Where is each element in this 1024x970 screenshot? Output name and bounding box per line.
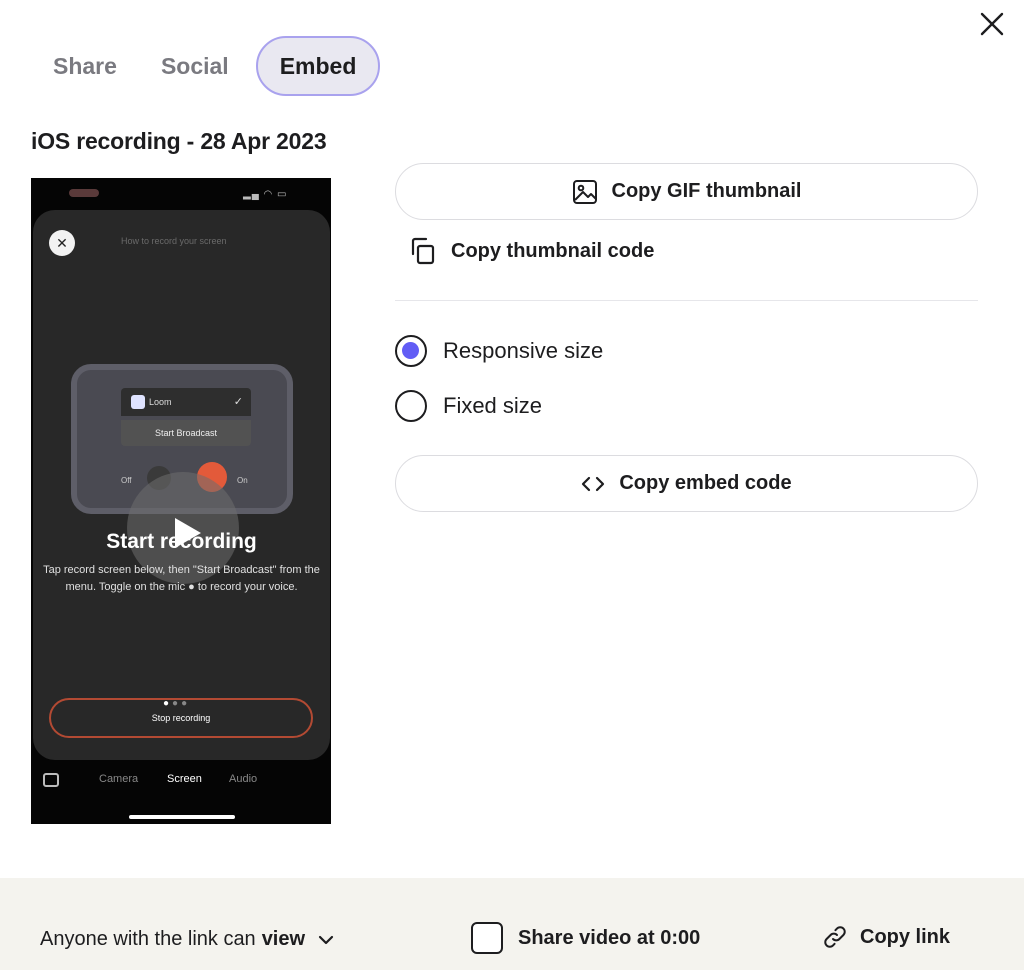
tab-social[interactable]: Social <box>144 36 246 96</box>
fixed-size-option[interactable]: Fixed size <box>395 389 542 423</box>
loom-row: Loom ✓ <box>121 388 251 416</box>
share-at-time-label: Share video at 0:00 <box>518 926 701 949</box>
tab-embed[interactable]: Embed <box>255 36 381 96</box>
video-title: iOS recording - 28 Apr 2023 <box>31 128 327 154</box>
copy-gif-thumbnail-button[interactable]: Copy GIF thumbnail <box>395 163 978 220</box>
tabbar-audio: Audio <box>229 773 258 785</box>
fixed-size-radio[interactable] <box>395 390 427 422</box>
sheet-close-icon: ✕ <box>49 230 75 256</box>
share-at-time-checkbox[interactable] <box>471 922 503 954</box>
status-bar-icons: ▂▄ ◠ ▭ <box>243 189 288 200</box>
off-label: Off <box>121 476 132 485</box>
start-broadcast-row: Start Broadcast <box>121 420 251 446</box>
permission-value: view <box>261 928 306 950</box>
share-at-time-option[interactable]: Share video at 0:00 <box>471 922 700 954</box>
loom-label: Loom <box>149 397 172 407</box>
gallery-icon <box>43 773 59 787</box>
sheet-title: How to record your screen <box>121 236 227 246</box>
stop-recording-label: Stop recording <box>49 698 313 738</box>
copy-thumbnail-code-button[interactable]: Copy thumbnail code <box>407 234 654 268</box>
copy-icon <box>411 237 435 265</box>
tab-share[interactable]: Share <box>36 36 134 96</box>
close-icon <box>980 12 1004 36</box>
chevron-down-icon <box>318 935 334 944</box>
on-label: On <box>237 476 248 485</box>
record-sheet: ✕ How to record your screen Loom ✓ Start… <box>33 210 330 760</box>
copy-gif-thumbnail-label: Copy GIF thumbnail <box>611 180 802 202</box>
home-indicator <box>129 815 235 819</box>
close-button[interactable] <box>976 8 1008 40</box>
copy-thumbnail-code-label: Copy thumbnail code <box>451 239 655 262</box>
image-icon <box>572 179 597 204</box>
video-thumbnail[interactable]: ▂▄ ◠ ▭ ✕ How to record your screen Loom … <box>31 178 331 824</box>
permission-prefix: Anyone with the link can <box>40 928 256 950</box>
fixed-size-label: Fixed size <box>443 393 543 418</box>
responsive-size-label: Responsive size <box>443 338 604 363</box>
play-icon <box>175 518 201 548</box>
copy-link-button[interactable]: Copy link <box>822 924 950 950</box>
share-tabs: Share Social Embed <box>36 36 390 96</box>
responsive-size-option[interactable]: Responsive size <box>395 334 603 368</box>
copy-link-label: Copy link <box>860 925 951 948</box>
thumbnail-description: Tap record screen below, then "Start Bro… <box>43 564 320 593</box>
link-icon <box>824 926 846 948</box>
recording-indicator <box>69 189 99 197</box>
copy-embed-code-button[interactable]: Copy embed code <box>395 455 978 512</box>
check-icon: ✓ <box>233 396 243 408</box>
tabbar-camera: Camera <box>99 773 139 785</box>
code-icon <box>582 476 605 491</box>
responsive-size-radio[interactable] <box>395 335 427 367</box>
tabbar-screen: Screen <box>167 773 202 785</box>
copy-embed-code-label: Copy embed code <box>619 472 792 494</box>
loom-logo-icon <box>131 395 145 409</box>
link-permission-dropdown[interactable]: Anyone with the link can view <box>40 928 335 951</box>
share-footer: Anyone with the link can view Share vide… <box>0 878 1024 970</box>
section-divider <box>395 300 978 301</box>
